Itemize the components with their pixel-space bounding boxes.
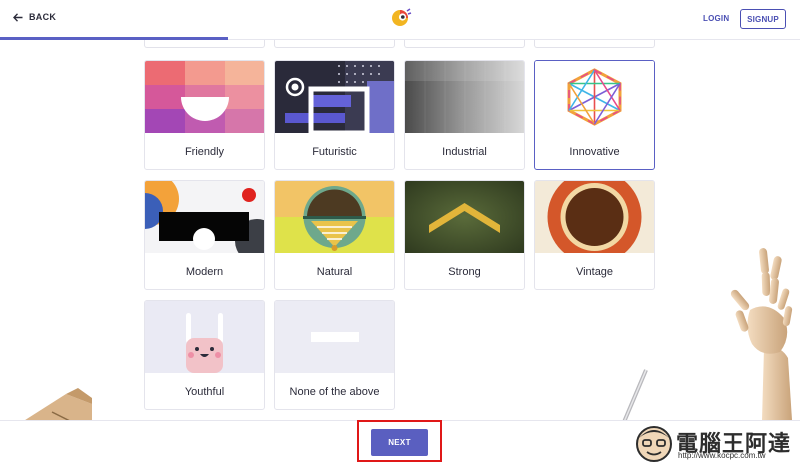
card-label: Innovative [569,145,620,158]
card-label: Natural [316,265,353,278]
style-card-futuristic[interactable]: Futuristic [274,60,395,170]
next-button[interactable]: NEXT [371,429,428,456]
back-button[interactable]: BACK [13,12,56,22]
friendly-thumbnail [145,61,264,133]
style-card-strong[interactable]: Strong [404,180,525,290]
progress-bar [0,37,800,40]
natural-thumbnail [275,181,394,253]
watermark-url: http://www.kocpc.com.tw [678,451,766,460]
style-card-natural[interactable]: Natural [274,180,395,290]
card-label: Strong [448,265,481,278]
top-header: BACK LOGIN SIGNUP [0,0,800,40]
style-card-industrial[interactable]: Industrial [404,60,525,170]
futuristic-thumbnail [275,61,394,133]
pencil-image [622,369,648,423]
card-label: None of the above [289,385,380,398]
style-card-friendly[interactable]: Friendly [144,60,265,170]
card-label: Industrial [442,145,487,158]
card-label: Youthful [184,385,225,398]
style-card-vintage[interactable]: Vintage [534,180,655,290]
card-label: Friendly [184,145,225,158]
arrow-left-icon [13,12,23,22]
signup-button[interactable]: SIGNUP [740,9,786,29]
card-partial[interactable] [534,40,655,48]
wooden-block-image [22,388,92,422]
card-partial[interactable] [404,40,525,48]
mannequin-hand-image [730,248,793,420]
login-link[interactable]: LOGIN [703,14,729,23]
none-thumbnail [275,301,394,373]
progress-bar-fill [0,37,228,40]
card-label: Futuristic [312,145,357,158]
strong-thumbnail [405,181,524,253]
card-label: Modern [185,265,224,278]
card-label: Vintage [575,265,614,278]
youthful-thumbnail [145,301,264,373]
modern-thumbnail [145,181,264,253]
card-partial[interactable] [144,40,265,48]
innovative-thumbnail [535,61,654,133]
industrial-thumbnail [405,61,524,133]
back-label: BACK [29,12,57,22]
logo-icon [392,8,412,26]
card-partial[interactable] [274,40,395,48]
style-card-modern[interactable]: Modern [144,180,265,290]
style-card-innovative[interactable]: Innovative [534,60,655,170]
style-card-none[interactable]: None of the above [274,300,395,410]
style-card-youthful[interactable]: Youthful [144,300,265,410]
vintage-thumbnail [535,181,654,253]
